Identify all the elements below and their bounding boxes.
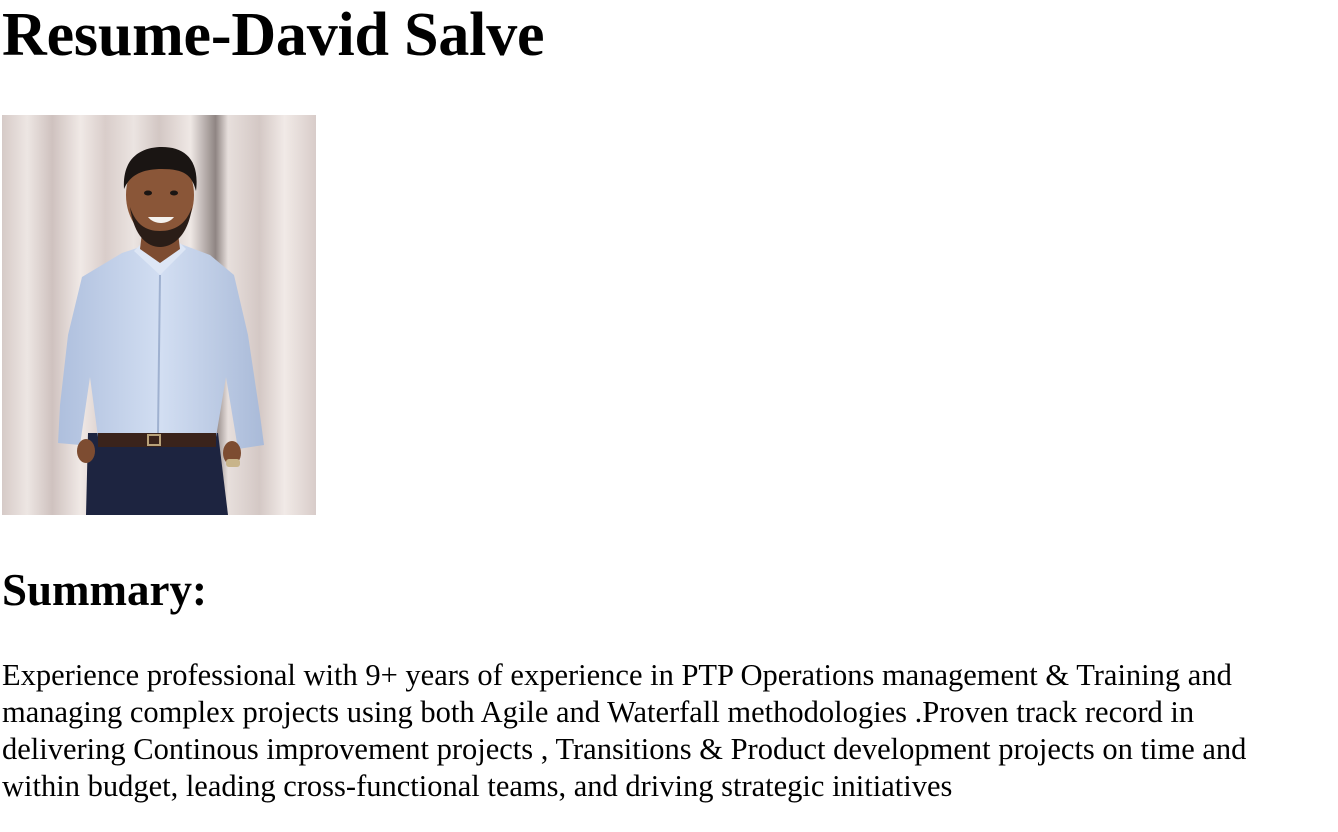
summary-paragraph: Experience professional with 9+ years of… — [2, 658, 1247, 803]
profile-photo — [2, 115, 316, 515]
page-title: Resume-David Salve — [2, 1, 545, 69]
summary-heading: Summary: — [2, 565, 207, 615]
profile-photo-illustration — [2, 115, 316, 515]
resume-page: Resume-David Salve Summary: Experience p… — [0, 0, 1338, 832]
